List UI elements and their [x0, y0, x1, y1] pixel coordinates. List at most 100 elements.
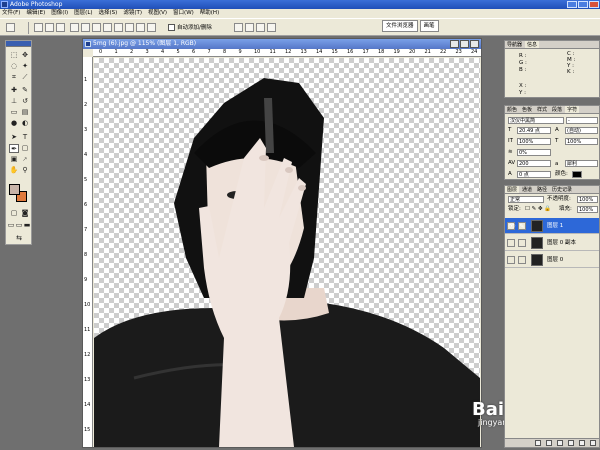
- tab-character[interactable]: 字符: [565, 106, 580, 113]
- layer-row[interactable]: 👁 ✎ 图层 1: [505, 218, 599, 234]
- toolbox-grip[interactable]: [6, 41, 31, 47]
- polygon-icon[interactable]: [125, 23, 134, 32]
- file-browser-tab[interactable]: 文件浏览器: [382, 20, 418, 32]
- menu-window[interactable]: 窗口(W): [173, 9, 194, 18]
- antialias-select[interactable]: 犀利: [565, 160, 598, 167]
- notes-tool-icon[interactable]: ▣: [9, 155, 19, 164]
- maximize-icon[interactable]: [578, 1, 588, 8]
- visibility-eye-icon[interactable]: 👁: [507, 222, 516, 230]
- menu-help[interactable]: 帮助(H): [200, 9, 219, 18]
- paths-icon[interactable]: [45, 23, 54, 32]
- lock-icons[interactable]: ☐ ✎ ✥ 🔒: [525, 206, 551, 213]
- path-subtract-icon[interactable]: [245, 23, 254, 32]
- tab-channels[interactable]: 通道: [520, 186, 535, 193]
- opacity-field[interactable]: 100%: [577, 196, 598, 203]
- lasso-tool-icon[interactable]: ◌: [9, 62, 19, 71]
- doc-minimize-icon[interactable]: [450, 40, 459, 48]
- font-family-select[interactable]: 汉仪中黑简: [508, 117, 564, 124]
- menu-layer[interactable]: 图层(L): [74, 9, 92, 18]
- vertical-ruler[interactable]: 1 2 3 4 5 6 7 8 9 10 11 12 13 14 15: [83, 57, 93, 447]
- pen-tool-icon[interactable]: [6, 23, 15, 32]
- layer-row[interactable]: 图层 0 副本: [505, 235, 599, 251]
- horizontal-scale-field[interactable]: 100%: [565, 138, 598, 145]
- screen-mode-1-icon[interactable]: ▭: [7, 221, 15, 230]
- zoom-tool-icon[interactable]: ⚲: [20, 166, 30, 175]
- path-select-icon[interactable]: ➤: [9, 133, 19, 142]
- tab-info[interactable]: 信息: [525, 41, 540, 48]
- tab-color[interactable]: 颜色: [505, 106, 520, 113]
- custom-shape-icon[interactable]: [147, 23, 156, 32]
- blend-mode-select[interactable]: 正常: [508, 196, 544, 203]
- tab-styles[interactable]: 样式: [535, 106, 550, 113]
- screen-mode-2-icon[interactable]: ▭: [15, 221, 23, 230]
- brushes-tab[interactable]: 画笔: [419, 20, 439, 32]
- brush-tool-icon[interactable]: ✎: [20, 86, 30, 95]
- font-size-field[interactable]: 20.49 点: [517, 127, 551, 134]
- adjustment-layer-icon[interactable]: [568, 440, 574, 446]
- rectangle-tool-icon[interactable]: ▢: [20, 144, 30, 153]
- fill-field[interactable]: 100%: [577, 206, 598, 213]
- healing-brush-icon[interactable]: ✚: [9, 86, 19, 95]
- layer-set-icon[interactable]: [557, 440, 563, 446]
- tracking-field[interactable]: 0%: [517, 149, 551, 156]
- doc-close-icon[interactable]: [470, 40, 479, 48]
- baseline-shift-field[interactable]: 0 点: [517, 171, 551, 178]
- tab-swatches[interactable]: 色板: [520, 106, 535, 113]
- leading-field[interactable]: (自动): [565, 127, 598, 134]
- magic-wand-icon[interactable]: ✦: [20, 62, 30, 71]
- hand-tool-icon[interactable]: ✋: [9, 166, 19, 175]
- menu-edit[interactable]: 编辑(E): [26, 9, 45, 18]
- link-icon[interactable]: [518, 239, 526, 247]
- quickmask-mode-icon[interactable]: ◙: [20, 209, 30, 218]
- auto-add-delete-checkbox[interactable]: [168, 24, 175, 31]
- visibility-eye-icon[interactable]: [507, 256, 515, 264]
- standard-mode-icon[interactable]: ▢: [9, 209, 19, 218]
- screen-mode-3-icon[interactable]: ▬: [23, 221, 31, 230]
- rectangle-icon[interactable]: [92, 23, 101, 32]
- fill-pixels-icon[interactable]: [56, 23, 65, 32]
- layer-mask-icon[interactable]: [546, 440, 552, 446]
- tab-navigator[interactable]: 导航器: [505, 41, 525, 48]
- clone-stamp-icon[interactable]: ⊥: [9, 97, 19, 106]
- shape-layers-icon[interactable]: [34, 23, 43, 32]
- eyedropper-icon[interactable]: ⸕: [20, 155, 30, 164]
- line-icon[interactable]: [136, 23, 145, 32]
- new-layer-icon[interactable]: [579, 440, 585, 446]
- vertical-scale-field[interactable]: 100%: [517, 138, 551, 145]
- crop-tool-icon[interactable]: ⌗: [9, 73, 19, 82]
- path-exclude-icon[interactable]: [267, 23, 276, 32]
- document-title-bar[interactable]: 5mg (6).jpg @ 115% (图层 1, RGB): [83, 39, 481, 49]
- text-color-swatch[interactable]: [572, 171, 582, 178]
- type-tool-icon[interactable]: T: [20, 133, 30, 142]
- slice-tool-icon[interactable]: ⟋: [20, 73, 30, 82]
- pen-icon[interactable]: [70, 23, 79, 32]
- font-style-select[interactable]: -: [566, 117, 598, 124]
- menu-select[interactable]: 选择(S): [99, 9, 118, 18]
- tab-history[interactable]: 历史记录: [550, 186, 575, 193]
- history-brush-icon[interactable]: ↺: [20, 97, 30, 106]
- trash-icon[interactable]: [590, 440, 596, 446]
- link-icon[interactable]: [518, 256, 526, 264]
- dodge-tool-icon[interactable]: ◐: [20, 119, 30, 128]
- image-canvas[interactable]: [94, 58, 480, 447]
- layer-row[interactable]: 图层 0: [505, 252, 599, 268]
- gradient-tool-icon[interactable]: ▤: [20, 108, 30, 117]
- menu-filter[interactable]: 滤镜(T): [123, 9, 142, 18]
- tab-paths[interactable]: 路径: [535, 186, 550, 193]
- menu-image[interactable]: 图像(I): [51, 9, 68, 18]
- menu-file[interactable]: 文件(F): [2, 9, 20, 18]
- close-icon[interactable]: [589, 1, 599, 8]
- eraser-tool-icon[interactable]: ▭: [9, 108, 19, 117]
- foreground-color-swatch[interactable]: [9, 184, 20, 195]
- ellipse-icon[interactable]: [114, 23, 123, 32]
- rounded-rect-icon[interactable]: [103, 23, 112, 32]
- tab-paragraph[interactable]: 段落: [550, 106, 565, 113]
- kerning-field[interactable]: 200: [517, 160, 551, 167]
- tab-layers[interactable]: 图层: [505, 186, 520, 193]
- path-add-icon[interactable]: [234, 23, 243, 32]
- path-intersect-icon[interactable]: [256, 23, 265, 32]
- menu-view[interactable]: 视图(V): [148, 9, 167, 18]
- marquee-tool-icon[interactable]: ⬚: [9, 51, 19, 60]
- jump-to-imageready-icon[interactable]: ⇆: [12, 234, 26, 243]
- blur-tool-icon[interactable]: ●: [9, 119, 19, 128]
